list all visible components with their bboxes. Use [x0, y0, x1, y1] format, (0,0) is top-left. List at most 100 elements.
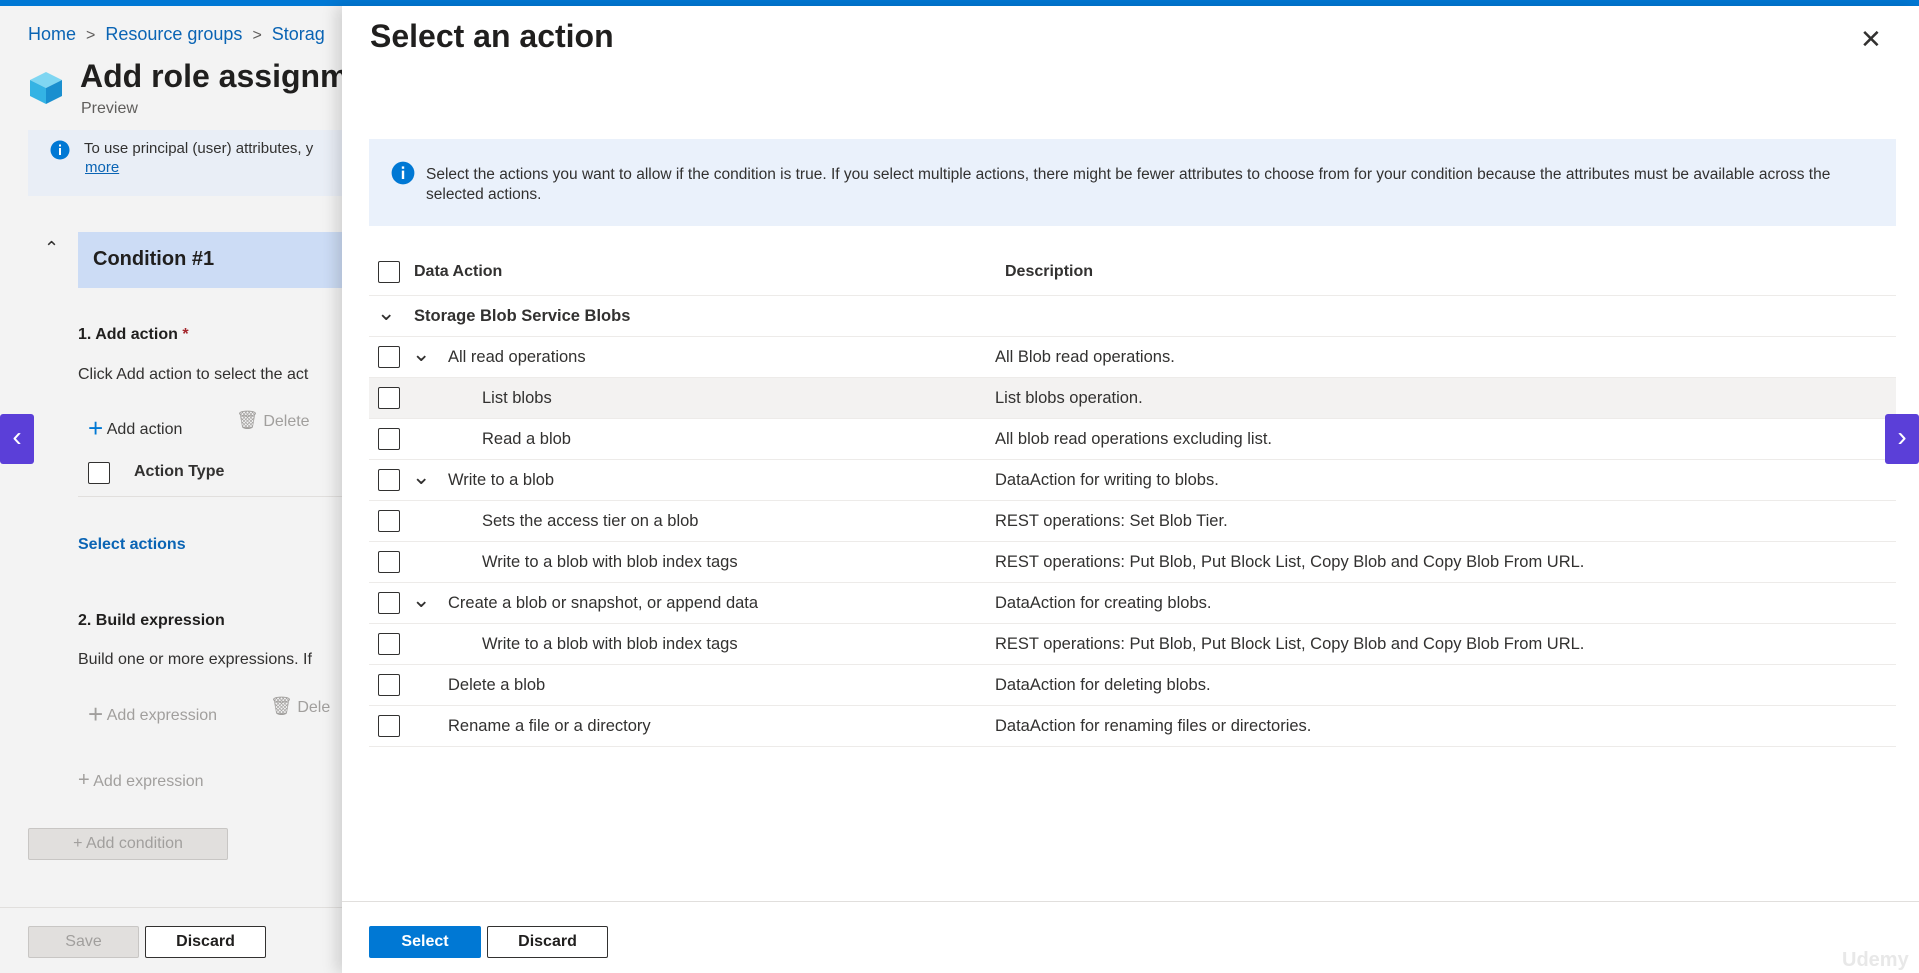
table-row[interactable]: Rename a file or a directory DataAction … — [369, 706, 1896, 747]
action-description: All Blob read operations. — [995, 348, 1175, 366]
save-button[interactable]: Save — [28, 926, 139, 958]
select-button[interactable]: Select — [369, 926, 481, 958]
info-text: To use principal (user) attributes, y — [84, 140, 314, 157]
next-arrow-icon[interactable]: › — [1885, 414, 1919, 464]
data-action-column-header: Data Action — [414, 263, 503, 280]
row-checkbox[interactable] — [378, 428, 400, 450]
action-name: Write to a blob with blob index tags — [482, 635, 738, 653]
action-name: Read a blob — [482, 430, 571, 448]
row-checkbox[interactable] — [378, 633, 400, 655]
close-icon[interactable]: ✕ — [1860, 24, 1882, 55]
description-column-header: Description — [1005, 263, 1094, 280]
learn-more-link[interactable]: more — [85, 159, 119, 176]
action-description: DataAction for renaming files or directo… — [995, 717, 1312, 735]
action-name: Create a blob or snapshot, or append dat… — [448, 594, 759, 612]
delete-action-button[interactable]: 🗑 Delete — [236, 410, 310, 431]
delete-expression-button[interactable]: 🗑 Dele — [270, 696, 330, 717]
action-description: REST operations: Put Blob, Put Block Lis… — [995, 553, 1585, 571]
action-description: DataAction for creating blobs. — [995, 594, 1212, 612]
panel-footer-divider — [342, 901, 1919, 902]
breadcrumb: Home > Resource groups > Storag — [28, 24, 325, 45]
panel-title: Select an action — [370, 18, 614, 54]
discard-button[interactable]: Discard — [145, 926, 266, 958]
row-checkbox[interactable] — [378, 346, 400, 368]
role-assignment-cube-icon — [30, 72, 62, 104]
step2-description: Build one or more expressions. If — [78, 651, 312, 668]
panel-info-bar: Select the actions you want to allow if … — [369, 139, 1896, 226]
add-action-button[interactable]: + Add action — [88, 410, 182, 443]
previous-arrow-icon[interactable]: ‹ — [0, 414, 34, 464]
chevron-down-icon[interactable]: ⌄ — [412, 587, 430, 613]
principal-attributes-info-bar: To use principal (user) attributes, y mo… — [28, 130, 358, 196]
table-row[interactable]: Read a blob All blob read operations exc… — [369, 419, 1896, 460]
select-actions-link[interactable]: Select actions — [78, 536, 186, 554]
table-row[interactable]: List blobs List blobs operation. — [369, 378, 1896, 419]
step1-description: Click Add action to select the act — [78, 366, 309, 383]
chevron-down-icon[interactable]: ⌄ — [412, 464, 430, 490]
page-title: Add role assignm — [80, 58, 349, 94]
add-expression-link[interactable]: + Add expression — [78, 769, 204, 792]
action-description: DataAction for deleting blobs. — [995, 676, 1211, 694]
add-expression-button[interactable]: + Add expression — [88, 696, 217, 729]
row-checkbox[interactable] — [378, 715, 400, 737]
panel-discard-button[interactable]: Discard — [487, 926, 608, 958]
table-row[interactable]: Write to a blob with blob index tags RES… — [369, 542, 1896, 583]
action-description: All blob read operations excluding list. — [995, 430, 1272, 448]
plus-icon: + — [73, 835, 83, 852]
row-checkbox[interactable] — [378, 551, 400, 573]
breadcrumb-home[interactable]: Home — [28, 24, 76, 44]
breadcrumb-separator-icon: > — [86, 27, 96, 44]
action-name: Write to a blob — [448, 471, 555, 489]
group-label: Storage Blob Service Blobs — [414, 307, 631, 325]
row-checkbox[interactable] — [378, 510, 400, 532]
action-name: Rename a file or a directory — [448, 717, 651, 735]
step2-label: 2. Build expression — [78, 612, 225, 629]
plus-icon: + — [88, 413, 104, 443]
watermark: Udemy — [1842, 949, 1909, 971]
row-checkbox[interactable] — [378, 469, 400, 491]
action-name: All read operations — [448, 348, 586, 366]
table-row[interactable]: Delete a blob DataAction for deleting bl… — [369, 665, 1896, 706]
breadcrumb-resource-groups[interactable]: Resource groups — [105, 24, 242, 44]
plus-icon: + — [88, 699, 104, 729]
action-description: REST operations: Put Blob, Put Block Lis… — [995, 635, 1585, 653]
select-action-panel: Select an action ✕ Select the actions yo… — [342, 6, 1919, 973]
action-description: List blobs operation. — [995, 389, 1143, 407]
add-condition-button[interactable]: + Add condition — [28, 828, 228, 860]
trash-icon: 🗑 — [236, 410, 259, 430]
step1-label: 1. Add action * — [78, 326, 189, 343]
collapse-condition-chevron-up-icon[interactable]: ⌃ — [44, 238, 59, 259]
panel-info-text: Select the actions you want to allow if … — [426, 166, 1831, 203]
action-description: DataAction for writing to blobs. — [995, 471, 1219, 489]
row-checkbox[interactable] — [378, 674, 400, 696]
actions-table-header: Data Action Description — [369, 246, 1896, 296]
select-all-checkbox[interactable] — [378, 261, 400, 283]
table-row[interactable]: ⌄ Write to a blob DataAction for writing… — [369, 460, 1896, 501]
row-checkbox[interactable] — [378, 592, 400, 614]
row-checkbox[interactable] — [378, 387, 400, 409]
table-row[interactable]: ⌄ Create a blob or snapshot, or append d… — [369, 583, 1896, 624]
action-name: Delete a blob — [448, 676, 546, 694]
table-row[interactable]: Sets the access tier on a blob REST oper… — [369, 501, 1896, 542]
page-subtitle: Preview — [81, 100, 138, 117]
info-icon — [50, 140, 70, 160]
info-icon — [391, 161, 415, 185]
action-name: List blobs — [482, 389, 552, 407]
chevron-down-icon[interactable]: ⌄ — [377, 300, 395, 326]
action-description: REST operations: Set Blob Tier. — [995, 512, 1228, 530]
trash-icon: 🗑 — [270, 696, 293, 716]
table-row[interactable]: ⌄ All read operations All Blob read oper… — [369, 337, 1896, 378]
group-row[interactable]: ⌄ Storage Blob Service Blobs — [369, 296, 1896, 337]
condition-title: Condition #1 — [93, 248, 215, 270]
action-name: Sets the access tier on a blob — [482, 512, 699, 530]
action-type-select-all-checkbox[interactable] — [88, 462, 110, 484]
chevron-down-icon[interactable]: ⌄ — [412, 341, 430, 367]
breadcrumb-separator-icon: > — [252, 27, 262, 44]
table-divider — [78, 496, 358, 497]
breadcrumb-storage[interactable]: Storag — [272, 24, 325, 44]
table-row[interactable]: Write to a blob with blob index tags RES… — [369, 624, 1896, 665]
condition-header[interactable]: Condition #1 — [78, 232, 358, 288]
footer-divider — [0, 907, 342, 908]
action-type-column-header: Action Type — [134, 463, 225, 480]
action-name: Write to a blob with blob index tags — [482, 553, 738, 571]
